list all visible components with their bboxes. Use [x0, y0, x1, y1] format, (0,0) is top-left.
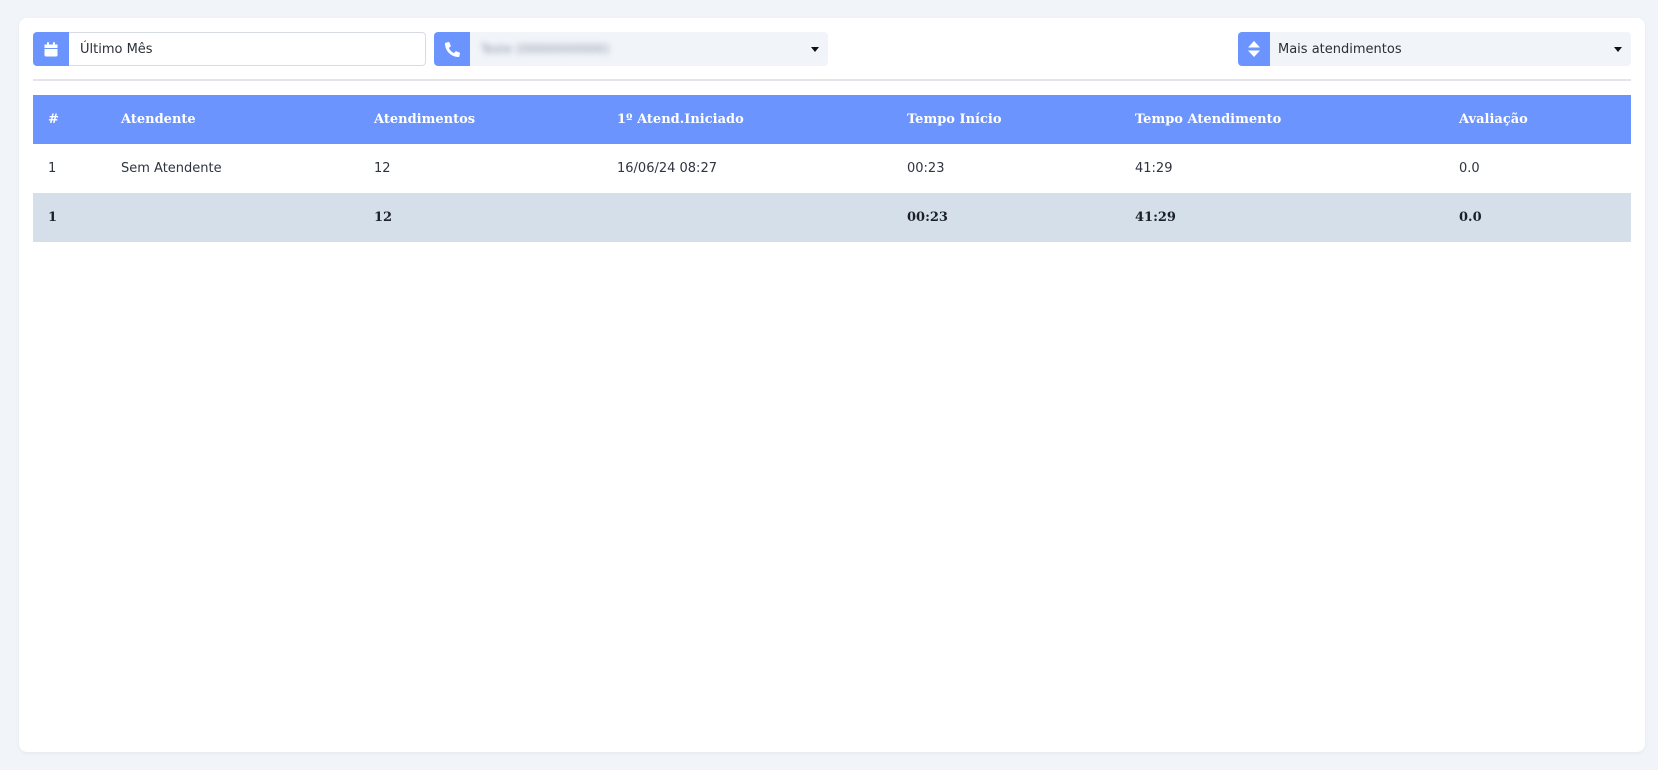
column-header-first-started[interactable]: 1º Atend.Iniciado	[602, 95, 892, 144]
sort-icon	[1238, 32, 1270, 66]
chevron-down-icon	[1614, 47, 1622, 52]
cell-rating: 0.0	[1459, 161, 1480, 176]
table-totals-row: 1 12 00:23 41:29 0.0	[33, 193, 1631, 242]
phone-filter[interactable]: Teste (00000000000)	[434, 32, 828, 66]
total-rating: 0.0	[1459, 210, 1482, 225]
cell-attendances: 12	[374, 161, 391, 176]
table-header-row: # Atendente Atendimentos 1º Atend.Inicia…	[33, 95, 1631, 144]
total-service-time: 41:29	[1135, 210, 1176, 225]
column-header-index[interactable]: #	[33, 95, 106, 144]
column-header-start-time[interactable]: Tempo Início	[892, 95, 1120, 144]
date-range-input[interactable]: Último Mês	[69, 32, 426, 66]
report-card: Último Mês Teste (00000000000) Mais aten…	[19, 18, 1645, 752]
column-header-service-time[interactable]: Tempo Atendimento	[1120, 95, 1444, 144]
calendar-icon	[33, 32, 69, 66]
column-header-attendances[interactable]: Atendimentos	[359, 95, 602, 144]
total-attendant	[106, 193, 359, 242]
cell-attendant: Sem Atendente	[121, 161, 222, 176]
phone-icon	[434, 32, 470, 66]
sort-select[interactable]: Mais atendimentos	[1270, 32, 1631, 66]
attendants-table: # Atendente Atendimentos 1º Atend.Inicia…	[33, 95, 1631, 242]
column-header-attendant[interactable]: Atendente	[106, 95, 359, 144]
cell-service-time: 41:29	[1135, 161, 1173, 176]
column-header-rating[interactable]: Avaliação	[1444, 95, 1631, 144]
total-attendances: 12	[374, 210, 393, 225]
sort-filter[interactable]: Mais atendimentos	[1238, 32, 1631, 66]
cell-start-time: 00:23	[907, 161, 945, 176]
chevron-down-icon	[811, 47, 819, 52]
date-range-filter[interactable]: Último Mês	[33, 32, 426, 66]
phone-select[interactable]: Teste (00000000000)	[470, 32, 828, 66]
date-range-value: Último Mês	[80, 41, 153, 57]
cell-first-started: 16/06/24 08:27	[617, 161, 717, 176]
total-first-started	[602, 193, 892, 242]
filters-bar: Último Mês Teste (00000000000) Mais aten…	[33, 32, 1631, 66]
total-start-time: 00:23	[907, 210, 948, 225]
cell-index: 1	[48, 161, 57, 176]
divider	[33, 79, 1631, 81]
phone-select-value: Teste (00000000000)	[481, 42, 610, 56]
sort-select-value: Mais atendimentos	[1278, 41, 1402, 57]
table-row[interactable]: 1 Sem Atendente 12 16/06/24 08:27 00:23 …	[33, 144, 1631, 193]
total-index: 1	[48, 210, 58, 225]
